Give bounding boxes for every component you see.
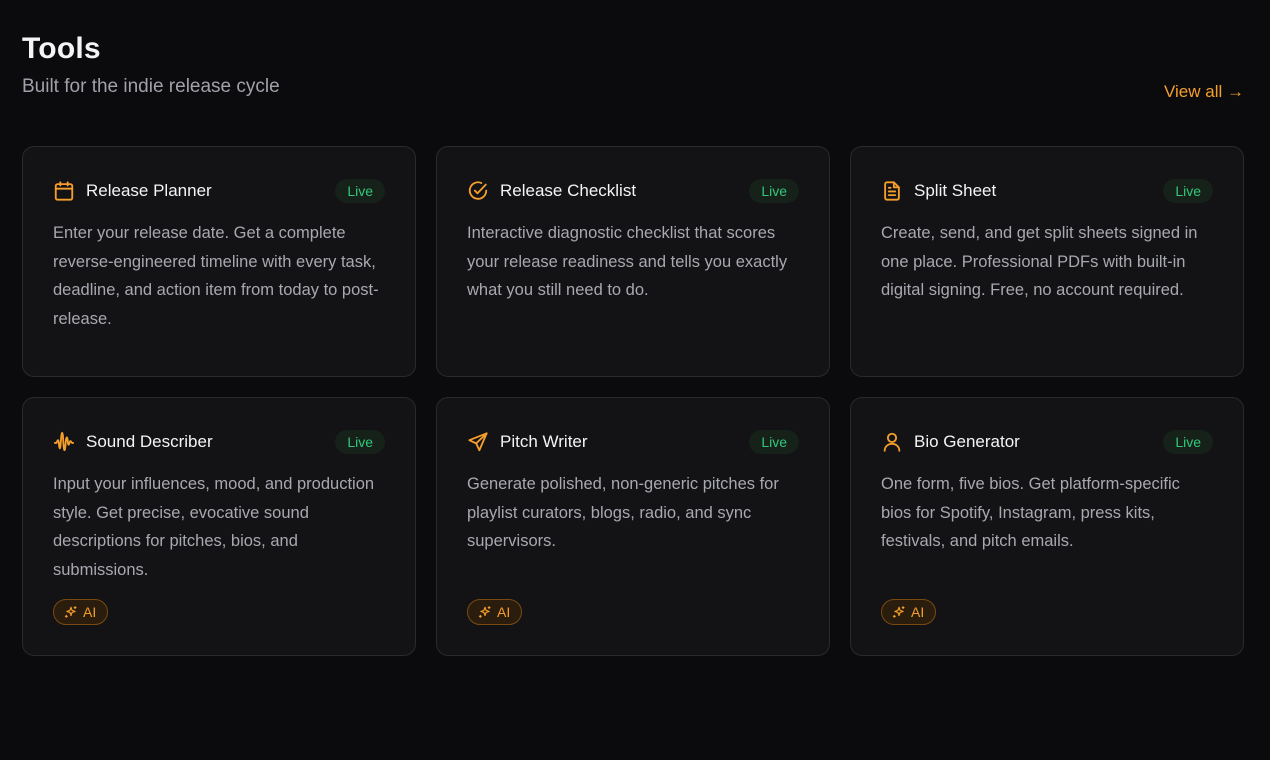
tool-card-bio-generator[interactable]: Bio Generator Live One form, five bios. … [850,397,1244,656]
send-icon [467,431,489,453]
tool-card-split-sheet[interactable]: Split Sheet Live Create, send, and get s… [850,146,1244,377]
tool-card-sound-describer[interactable]: Sound Describer Live Input your influenc… [22,397,416,656]
card-title: Split Sheet [914,181,997,200]
check-circle-icon [467,180,489,202]
tool-card-release-checklist[interactable]: Release Checklist Live Interactive diagn… [436,146,830,377]
ai-badge: AI [53,599,109,625]
user-icon [881,431,903,453]
calendar-icon [53,180,75,202]
ai-badge-label: AI [911,604,925,620]
status-badge: Live [1163,430,1213,454]
sparkle-icon [892,606,905,618]
document-icon [881,180,903,202]
card-header: Release Planner Live [53,177,385,205]
tools-page: Tools Built for the indie release cycle … [0,0,1270,760]
sparkle-icon [478,606,491,618]
tool-card-release-planner[interactable]: Release Planner Live Enter your release … [22,146,416,377]
section-header: Tools Built for the indie release cycle [22,32,280,98]
card-description: Enter your release date. Get a complete … [53,224,379,328]
tools-grid: Release Planner Live Enter your release … [22,146,1244,656]
card-header: Pitch Writer Live [467,428,799,456]
status-badge: Live [1163,179,1213,203]
card-description: One form, five bios. Get platform-specif… [881,475,1180,550]
waveform-icon [53,431,75,453]
card-header: Sound Describer Live [53,428,385,456]
card-title: Release Checklist [500,181,637,200]
status-badge: Live [335,430,385,454]
card-description: Create, send, and get split sheets signe… [881,224,1198,299]
card-header: Bio Generator Live [881,428,1213,456]
card-description: Interactive diagnostic checklist that sc… [467,224,788,299]
view-all-link[interactable]: View all → [1164,82,1244,102]
card-description: Generate polished, non-generic pitches f… [467,475,779,550]
ai-badge-label: AI [83,604,97,620]
card-title: Pitch Writer [500,432,588,451]
status-badge: Live [335,179,385,203]
card-title: Release Planner [86,181,212,200]
card-header: Release Checklist Live [467,177,799,205]
page-subtitle: Built for the indie release cycle [22,76,280,97]
page-title: Tools [22,32,101,65]
tool-card-pitch-writer[interactable]: Pitch Writer Live Generate polished, non… [436,397,830,656]
ai-badge: AI [881,599,937,625]
ai-badge-label: AI [497,604,511,620]
card-header: Split Sheet Live [881,177,1213,205]
card-title: Bio Generator [914,432,1020,451]
ai-badge: AI [467,599,523,625]
card-description: Input your influences, mood, and product… [53,475,375,579]
status-badge: Live [749,430,799,454]
card-title: Sound Describer [86,432,213,451]
status-badge: Live [749,179,799,203]
sparkle-icon [64,606,77,618]
